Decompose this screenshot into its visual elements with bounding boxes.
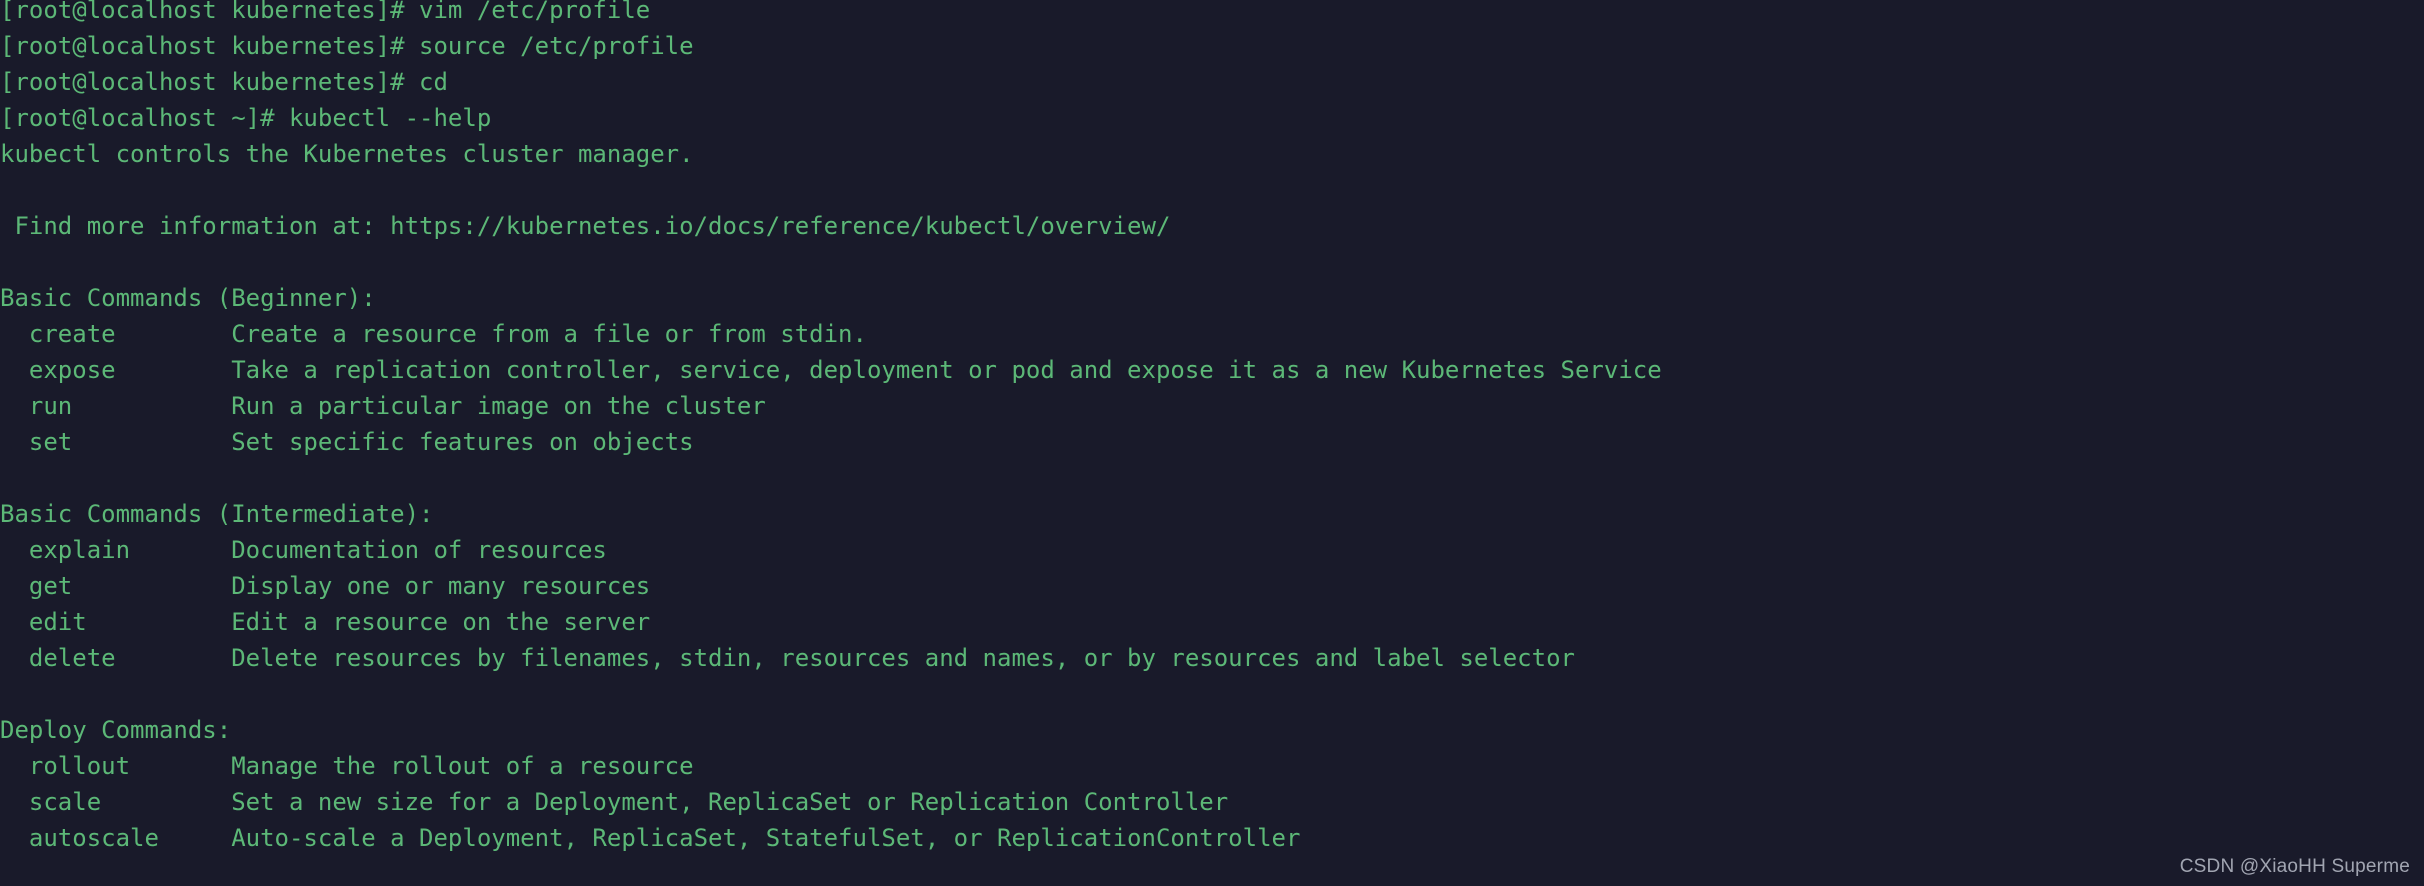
command-row-delete: delete Delete resources by filenames, st… [0, 644, 1575, 672]
terminal-line-info-url: Find more information at: https://kubern… [0, 212, 1171, 240]
command-row-set: set Set specific features on objects [0, 428, 694, 456]
section-heading-basic-beginner: Basic Commands (Beginner): [0, 284, 376, 312]
terminal-line: [root@localhost kubernetes]# source /etc… [0, 32, 694, 60]
terminal-line: [root@localhost kubernetes]# cd [0, 68, 448, 96]
section-heading-deploy: Deploy Commands: [0, 716, 232, 744]
terminal-window[interactable]: [root@localhost kubernetes]# vim /etc/pr… [0, 0, 2424, 886]
terminal-scroll-region: [root@localhost kubernetes]# vim /etc/pr… [0, 0, 2424, 856]
command-row-edit: edit Edit a resource on the server [0, 608, 651, 636]
terminal-line: [root@localhost ~]# kubectl --help [0, 104, 492, 132]
command-row-explain: explain Documentation of resources [0, 536, 607, 564]
command-row-rollout: rollout Manage the rollout of a resource [0, 752, 694, 780]
terminal-line: [root@localhost kubernetes]# vim /etc/pr… [0, 0, 651, 24]
csdn-watermark: CSDN @XiaoHH Superme [2179, 856, 2410, 877]
command-row-autoscale: autoscale Auto-scale a Deployment, Repli… [0, 824, 1301, 852]
section-heading-basic-intermediate: Basic Commands (Intermediate): [0, 500, 434, 528]
command-row-run: run Run a particular image on the cluste… [0, 392, 766, 420]
command-row-get: get Display one or many resources [0, 572, 651, 600]
command-row-expose: expose Take a replication controller, se… [0, 356, 1662, 384]
command-row-scale: scale Set a new size for a Deployment, R… [0, 788, 1229, 816]
command-row-create: create Create a resource from a file or … [0, 320, 867, 348]
terminal-line-description: kubectl controls the Kubernetes cluster … [0, 140, 694, 168]
